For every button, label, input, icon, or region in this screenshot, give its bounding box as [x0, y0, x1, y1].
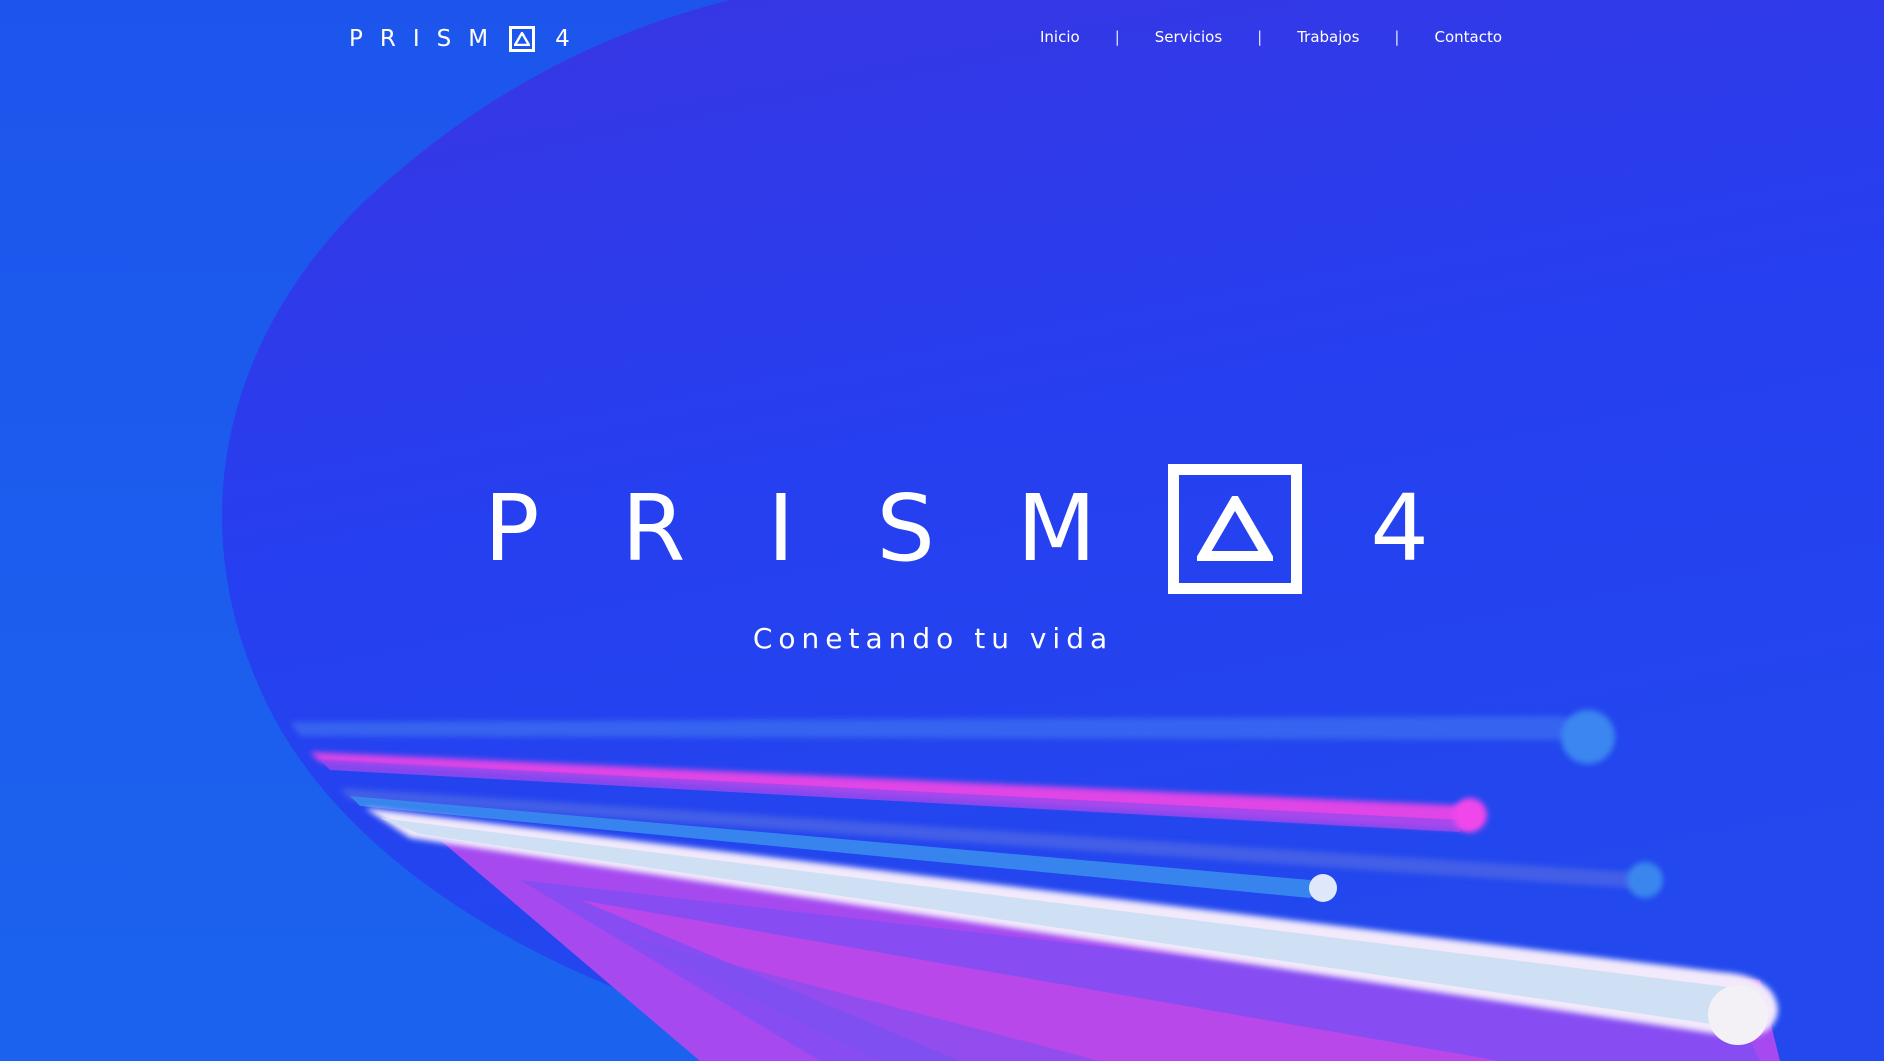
nav-separator: |	[1394, 28, 1400, 46]
streak-end-blue-top	[1561, 710, 1615, 764]
hero-logo-number: 4	[1370, 475, 1429, 582]
main-nav: Inicio | Servicios | Trabajos | Contacto	[1040, 28, 1502, 46]
streak-end-pink	[1453, 798, 1487, 832]
hero-logo-text: PRISM	[484, 475, 1179, 582]
nav-separator: |	[1257, 28, 1263, 46]
nav-link-servicios[interactable]: Servicios	[1155, 28, 1222, 46]
nav-link-trabajos[interactable]: Trabajos	[1297, 28, 1359, 46]
nav-link-inicio[interactable]: Inicio	[1040, 28, 1080, 46]
logo-number: 4	[555, 26, 570, 52]
header-logo[interactable]: PRISM 4	[349, 22, 570, 56]
hero-tagline: Conetando tu vida	[752, 622, 1114, 655]
nav-separator: |	[1114, 28, 1120, 46]
streak-end-white-large	[1708, 985, 1768, 1045]
triangle-in-square-icon	[1168, 464, 1303, 594]
logo-text: PRISM	[349, 26, 506, 52]
streak-end-blue-mid	[1627, 862, 1663, 898]
landing-page: PRISM 4 Inicio | Servicios | Trabajos | …	[0, 0, 1884, 1061]
triangle-in-square-icon	[509, 26, 536, 52]
nav-link-contacto[interactable]: Contacto	[1434, 28, 1502, 46]
streak-end-white-small	[1309, 874, 1337, 902]
hero-logo: PRISM 4	[484, 464, 1429, 594]
